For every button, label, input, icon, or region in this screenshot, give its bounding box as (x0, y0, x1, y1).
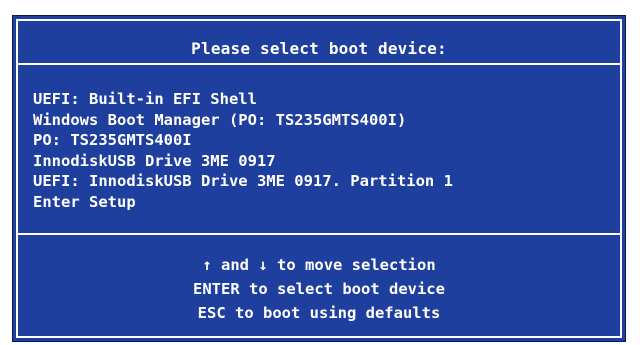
help-line-enter: ENTER to select boot device (193, 280, 445, 298)
boot-option-efi-shell[interactable]: UEFI: Built-in EFI Shell (33, 89, 453, 110)
bios-screen: Please select boot device: UEFI: Built-i… (0, 0, 640, 345)
boot-option-po-drive[interactable]: PO: TS235GMTS400I (33, 130, 453, 151)
boot-device-list: UEFI: Built-in EFI Shell Windows Boot Ma… (33, 89, 453, 212)
boot-option-enter-setup[interactable]: Enter Setup (33, 192, 453, 213)
help-text: ↑ and ↓ to move selection ENTER to selec… (18, 253, 620, 325)
boot-option-uefi-usb-partition[interactable]: UEFI: InnodiskUSB Drive 3ME 0917. Partit… (33, 171, 453, 192)
up-arrow-icon: ↑ (202, 256, 212, 274)
help-line-esc: ESC to boot using defaults (197, 304, 441, 322)
title-divider (18, 63, 620, 65)
help-and-text: and (221, 256, 249, 274)
help-line-navigation: ↑ and ↓ to move selection (18, 253, 620, 277)
down-arrow-icon: ↓ (258, 256, 268, 274)
help-move-text: to move selection (277, 256, 436, 274)
dialog-title: Please select boot device: (191, 39, 447, 58)
dialog-frame: Please select boot device: UEFI: Built-i… (16, 19, 622, 338)
boot-menu-dialog: Please select boot device: UEFI: Built-i… (12, 15, 626, 342)
help-divider (18, 233, 620, 235)
boot-option-usb-drive[interactable]: InnodiskUSB Drive 3ME 0917 (33, 151, 453, 172)
boot-option-windows-boot-manager[interactable]: Windows Boot Manager (PO: TS235GMTS400I) (33, 110, 453, 131)
